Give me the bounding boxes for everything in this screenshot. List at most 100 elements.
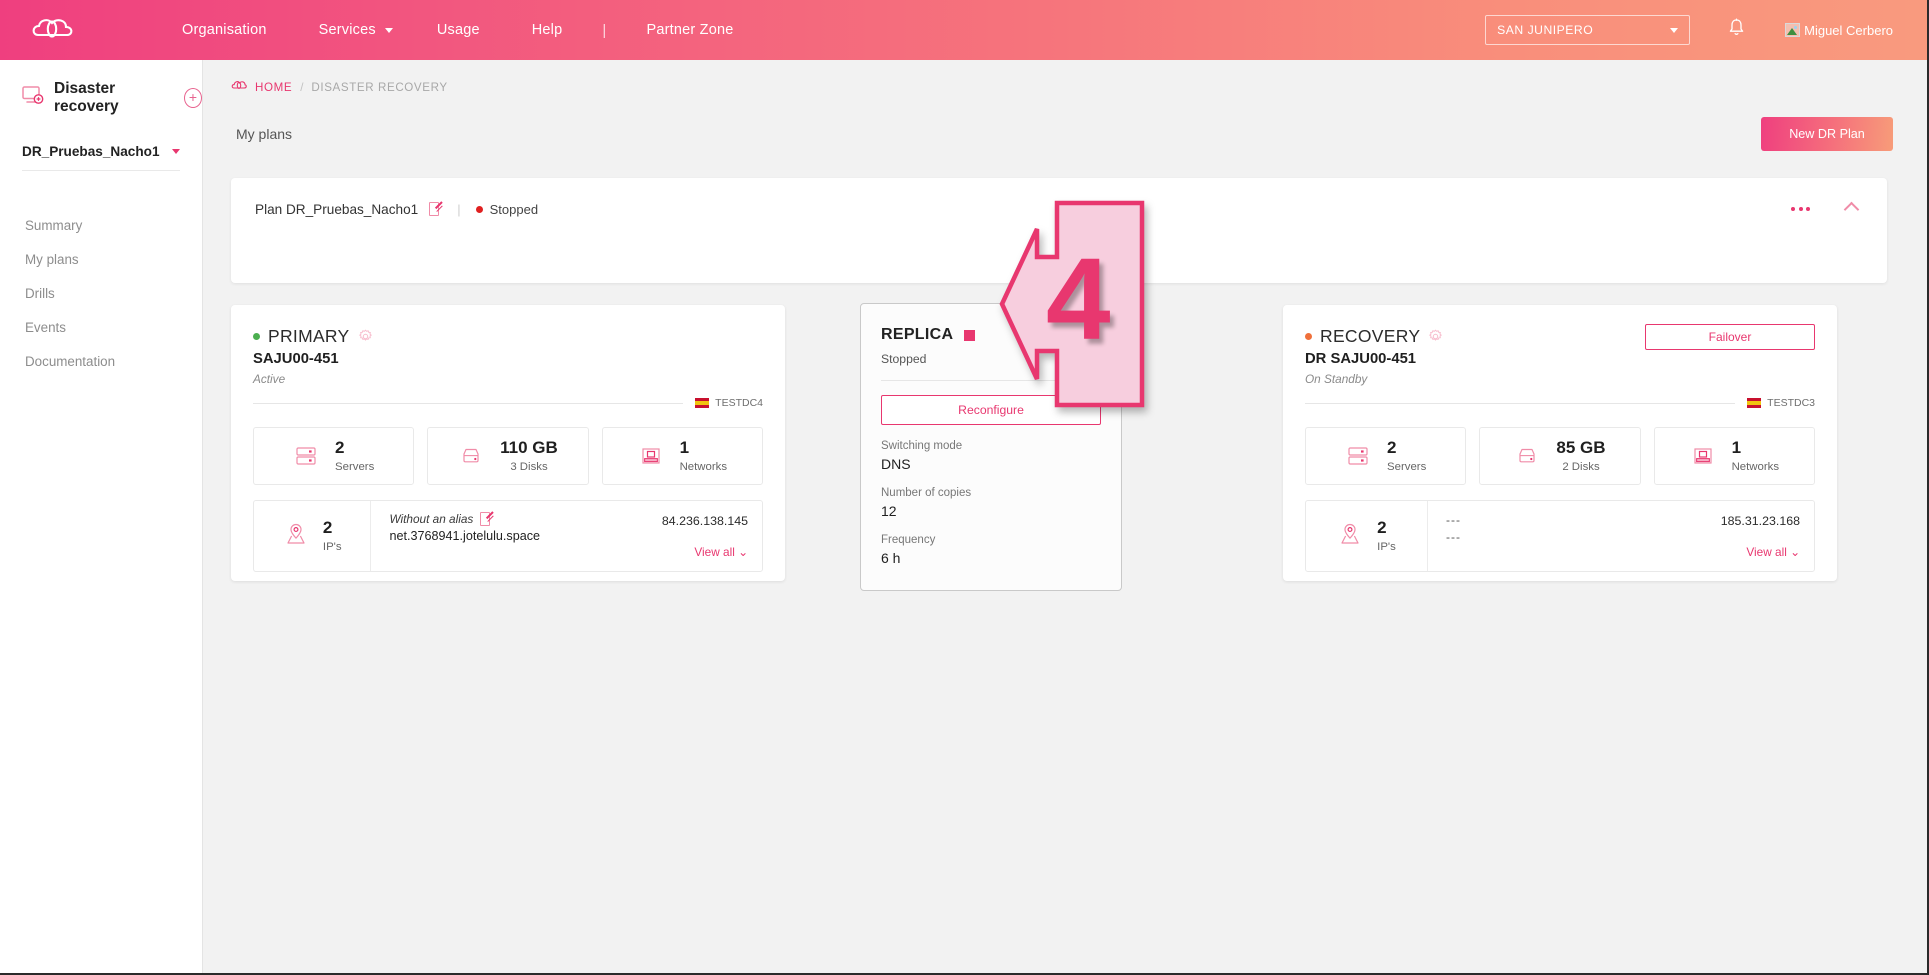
primary-ip-address-block: 84.236.138.145 View all ⌄ [540, 501, 762, 571]
sidebar-item-label: Documentation [25, 353, 116, 369]
location-pin-icon [1337, 521, 1363, 552]
sidebar-title: Disaster recovery [54, 80, 119, 115]
field-value: 6 h [881, 550, 901, 566]
ip-count-label: IP's [322, 541, 342, 553]
primary-site-card: PRIMARY SAJU00-451 Active TESTDC4 2 Serv… [231, 305, 785, 581]
primary-ip-alias-row: Without an alias [389, 512, 540, 526]
recovery-ip-hostname: --- [1446, 530, 1461, 545]
network-icon [1690, 443, 1716, 469]
stat-value: 110 GB [500, 438, 558, 457]
stat-label: Networks [679, 461, 728, 473]
primary-ip-count-text: 2 IP's [323, 519, 342, 553]
primary-stat-networks[interactable]: 1 Networks [601, 427, 763, 485]
server-icon [1345, 443, 1371, 469]
recovery-datacenter-tag: TESTDC3 [1747, 397, 1815, 409]
recovery-stat-disks-text: 85 GB 2 Disks [1556, 439, 1605, 473]
more-options-button[interactable] [1785, 201, 1816, 217]
recovery-stat-networks[interactable]: 1 Networks [1653, 427, 1815, 485]
sidebar-item-drills[interactable]: Drills [0, 276, 202, 310]
reconfigure-button[interactable]: Reconfigure [881, 395, 1101, 425]
nav-label-help: Help [531, 22, 563, 38]
plan-selector-value: DR_Pruebas_Nacho1 [22, 144, 160, 159]
recovery-ip-details: --- --- [1428, 501, 1584, 571]
chevron-down-icon [384, 27, 393, 33]
recovery-site-card: RECOVERY DR SAJU00-451 On Standby Failov… [1283, 305, 1837, 581]
recovery-stat-disks[interactable]: 85 GB 2 Disks [1479, 427, 1641, 485]
stat-label: Servers [335, 461, 375, 473]
disk-icon [458, 443, 484, 469]
sidebar-item-documentation[interactable]: Documentation [0, 344, 202, 378]
primary-stat-networks-text: 1 Networks [680, 439, 727, 473]
divider [253, 402, 684, 404]
main-content: HOME / DISASTER RECOVERY My plans New DR… [203, 60, 1927, 973]
stat-value: 1 [679, 438, 690, 457]
nav-item-help[interactable]: Help [506, 22, 589, 38]
field-label: Number of copies [881, 487, 972, 499]
collapse-panel-button[interactable] [1843, 201, 1860, 217]
sidebar-header: Disaster recovery + [0, 60, 202, 116]
nav-label-partner-zone: Partner Zone [646, 22, 734, 38]
gear-icon[interactable] [1428, 329, 1443, 344]
stat-label: Networks [1731, 461, 1780, 473]
edit-icon[interactable] [429, 202, 442, 216]
notification-bell-icon[interactable] [1728, 18, 1745, 42]
status-dot-icon [475, 205, 483, 213]
nav-label-usage: Usage [436, 22, 480, 38]
primary-stat-disks[interactable]: 110 GB 3 Disks [427, 427, 589, 485]
sidebar-item-summary[interactable]: Summary [0, 208, 202, 242]
field-label: Frequency [881, 534, 936, 546]
recovery-stat-servers[interactable]: 2 Servers [1305, 427, 1467, 485]
server-icon [293, 443, 319, 469]
stat-value: 2 [335, 438, 345, 457]
recovery-view-all-link[interactable]: View all ⌄ [1584, 545, 1800, 559]
organisation-selector[interactable]: SAN JUNIPERO [1485, 15, 1691, 45]
divider [1305, 402, 1736, 404]
add-plan-button[interactable]: + [183, 88, 202, 108]
replica-card: REPLICA Stopped Reconfigure Switching mo… [860, 303, 1122, 591]
replica-field-switching-mode: Switching mode DNS [881, 440, 1101, 472]
primary-host-state: Active [253, 372, 286, 386]
status-dot-icon [1305, 333, 1312, 340]
nav-item-organisation[interactable]: Organisation [156, 22, 293, 38]
nav-item-usage[interactable]: Usage [411, 22, 506, 38]
sidebar-menu: Summary My plans Drills Events Documenta… [0, 208, 202, 378]
ip-count-label: IP's [1377, 541, 1396, 553]
sidebar-item-events[interactable]: Events [0, 310, 202, 344]
breadcrumb-home-link[interactable]: HOME [255, 81, 292, 94]
application-window: Organisation Services Usage Help | Partn… [0, 0, 1929, 975]
stat-label: 2 Disks [1562, 461, 1600, 473]
chevron-down-icon [172, 149, 180, 154]
nav-item-partner-zone[interactable]: Partner Zone [620, 22, 759, 38]
page-title: My plans [236, 126, 293, 142]
plan-title: Plan DR_Pruebas_Nacho1 [255, 201, 419, 217]
cloud-logo-icon[interactable] [30, 13, 78, 47]
edit-icon[interactable] [480, 512, 493, 526]
primary-stat-servers-text: 2 Servers [335, 439, 374, 473]
recovery-stats-row: 2 Servers 85 GB 2 Disks 1 Networks [1305, 427, 1815, 485]
sidebar-item-label: My plans [25, 251, 79, 267]
plan-selector-dropdown[interactable]: DR_Pruebas_Nacho1 [22, 144, 180, 171]
sidebar-item-label: Events [25, 319, 66, 335]
primary-ip-details: Without an alias net.3768941.jotelulu.sp… [371, 501, 540, 571]
user-account-menu[interactable]: Miguel Cerbero [1785, 23, 1893, 38]
recovery-divider-row: TESTDC3 [1305, 397, 1815, 409]
stat-label: 3 Disks [510, 461, 548, 473]
breadcrumb-separator: / [300, 80, 304, 94]
user-name-label: Miguel Cerbero [1804, 22, 1893, 38]
primary-role-row: PRIMARY [253, 326, 763, 347]
primary-divider-row: TESTDC4 [253, 397, 763, 409]
nav-item-services[interactable]: Services [293, 22, 411, 38]
failover-button[interactable]: Failover [1645, 324, 1815, 350]
primary-view-all-link[interactable]: View all ⌄ [540, 545, 748, 559]
divider [881, 380, 1101, 381]
recovery-ip-address-block: 185.31.23.168 View all ⌄ [1584, 501, 1814, 571]
primary-ip-hostname: net.3768941.jotelulu.space [389, 529, 541, 543]
replica-state: Stopped [881, 352, 927, 366]
primary-stat-disks-text: 110 GB 3 Disks [500, 439, 558, 473]
sidebar-item-my-plans[interactable]: My plans [0, 242, 202, 276]
gear-icon[interactable] [358, 329, 373, 344]
primary-ip-address: 84.236.138.145 [661, 514, 748, 528]
primary-stat-servers[interactable]: 2 Servers [253, 427, 415, 485]
new-dr-plan-button[interactable]: New DR Plan [1761, 117, 1893, 151]
disaster-recovery-icon [22, 86, 44, 110]
